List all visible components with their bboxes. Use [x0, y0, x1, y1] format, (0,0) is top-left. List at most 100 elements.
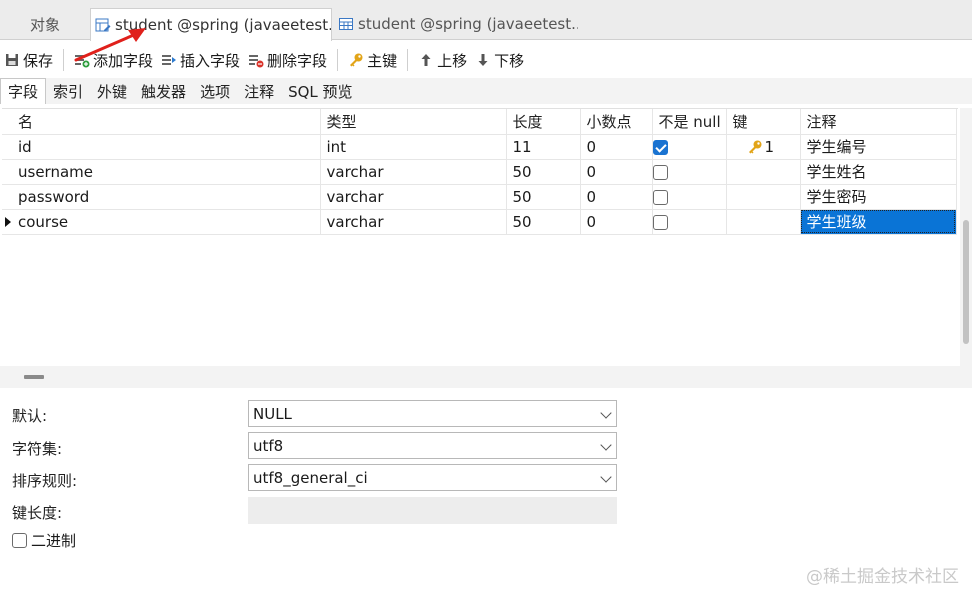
chevron-down-icon	[600, 471, 612, 483]
subtab-comment[interactable]: 注释	[237, 78, 281, 104]
scrollbar-thumb[interactable]	[963, 220, 969, 344]
field-length-cell[interactable]: 50	[506, 159, 581, 185]
chevron-down-icon	[600, 439, 612, 451]
primary-key-button[interactable]: 主键	[344, 46, 401, 74]
field-comment-cell-selected[interactable]: 学生班级	[800, 209, 957, 235]
field-decimals-cell[interactable]: 0	[580, 209, 653, 235]
key-cell[interactable]	[726, 184, 801, 210]
grid-header-row: 名 类型 长度 小数点 不是 null 键 注释	[2, 109, 957, 135]
design-toolbar: 保存 添加字段 插入字段 删除字段 主键 上移 下移	[0, 44, 972, 76]
subtab-indexes[interactable]: 索引	[46, 78, 90, 104]
table-icon	[338, 16, 354, 32]
default-value: NULL	[253, 404, 292, 423]
key-cell[interactable]: 1	[726, 134, 801, 160]
subtab-fields[interactable]: 字段	[0, 78, 47, 104]
key-icon	[748, 140, 761, 153]
current-row-marker	[2, 209, 12, 235]
field-length-cell[interactable]: 50	[506, 184, 581, 210]
not-null-checkbox[interactable]	[652, 214, 668, 230]
column-header-key[interactable]: 键	[726, 109, 801, 135]
field-comment-cell[interactable]: 学生编号	[800, 134, 957, 160]
save-button[interactable]: 保存	[0, 46, 57, 74]
column-header-length[interactable]: 长度	[506, 109, 581, 135]
insert-field-icon	[162, 55, 177, 65]
subtab-triggers[interactable]: 触发器	[134, 78, 193, 104]
not-null-cell	[652, 134, 727, 160]
arrow-down-icon	[478, 54, 488, 66]
arrow-up-icon	[421, 54, 431, 66]
column-header-comment[interactable]: 注释	[800, 109, 957, 135]
column-header-name[interactable]: 名	[12, 109, 321, 135]
not-null-cell	[652, 159, 727, 185]
move-down-button[interactable]: 下移	[471, 46, 528, 74]
toolbar-separator	[407, 49, 409, 71]
tab-table-data[interactable]: student @spring (javaeetest...	[334, 8, 578, 40]
move-up-button[interactable]: 上移	[414, 46, 471, 74]
table-row[interactable]: id int 11 0 1 学生编号	[2, 134, 957, 160]
field-comment-cell[interactable]: 学生密码	[800, 184, 957, 210]
column-header-decimals[interactable]: 小数点	[580, 109, 653, 135]
row-marker	[2, 159, 12, 185]
default-select[interactable]: NULL	[248, 400, 617, 427]
save-icon	[6, 54, 18, 66]
add-field-button[interactable]: 添加字段	[70, 46, 157, 74]
panel-splitter[interactable]	[0, 366, 972, 388]
row-marker-header	[2, 109, 12, 135]
field-comment-cell[interactable]: 学生姓名	[800, 159, 957, 185]
default-label: 默认:	[12, 407, 48, 425]
editor-tab-bar: 对象 student @spring (javaeetest... studen…	[0, 0, 972, 41]
binary-label: 二进制	[31, 532, 77, 550]
field-name-cell[interactable]: course	[12, 209, 321, 235]
delete-field-button[interactable]: 删除字段	[244, 46, 331, 74]
field-length-cell[interactable]: 50	[506, 209, 581, 235]
not-null-cell	[652, 209, 727, 235]
column-header-type[interactable]: 类型	[320, 109, 507, 135]
field-decimals-cell[interactable]: 0	[580, 159, 653, 185]
key-cell[interactable]	[726, 159, 801, 185]
row-marker	[2, 134, 12, 160]
field-type-cell[interactable]: varchar	[320, 159, 507, 185]
field-length-cell[interactable]: 11	[506, 134, 581, 160]
field-name-cell[interactable]: password	[12, 184, 321, 210]
table-row[interactable]: password varchar 50 0 学生密码	[2, 184, 957, 210]
field-type-cell[interactable]: varchar	[320, 184, 507, 210]
field-name-cell[interactable]: username	[12, 159, 321, 185]
fields-grid: 名 类型 长度 小数点 不是 null 键 注释 id int 11 0 1 学…	[2, 108, 958, 366]
current-row-arrow-icon	[5, 216, 11, 227]
grid-vertical-scrollbar[interactable]	[960, 108, 972, 366]
not-null-checkbox[interactable]	[652, 139, 668, 155]
key-length-label: 键长度:	[12, 504, 63, 522]
subtab-foreign-keys[interactable]: 外键	[90, 78, 134, 104]
insert-field-button[interactable]: 插入字段	[157, 46, 244, 74]
binary-option[interactable]: 二进制	[12, 530, 76, 551]
collation-select[interactable]: utf8_general_ci	[248, 464, 617, 491]
field-name-cell[interactable]: id	[12, 134, 321, 160]
field-type-cell[interactable]: int	[320, 134, 507, 160]
field-type-cell[interactable]: varchar	[320, 209, 507, 235]
column-header-not-null[interactable]: 不是 null	[652, 109, 727, 135]
field-decimals-cell[interactable]: 0	[580, 184, 653, 210]
toolbar-separator	[63, 49, 65, 71]
field-decimals-cell[interactable]: 0	[580, 134, 653, 160]
charset-value: utf8	[253, 436, 284, 455]
splitter-grip-icon[interactable]	[24, 375, 44, 379]
collation-label: 排序规则:	[12, 472, 78, 490]
table-row[interactable]: course varchar 50 0 学生班级	[2, 209, 957, 235]
collation-value: utf8_general_ci	[253, 468, 368, 487]
key-icon	[350, 53, 363, 67]
subtab-sql-preview[interactable]: SQL 预览	[281, 78, 359, 104]
not-null-cell	[652, 184, 727, 210]
tab-objects[interactable]: 对象	[0, 8, 90, 40]
key-cell[interactable]	[726, 209, 801, 235]
add-field-icon	[75, 55, 90, 68]
table-design-icon	[95, 17, 111, 33]
not-null-checkbox[interactable]	[652, 164, 668, 180]
not-null-checkbox[interactable]	[652, 189, 668, 205]
chevron-down-icon	[600, 407, 612, 419]
binary-checkbox[interactable]	[12, 533, 27, 548]
charset-select[interactable]: utf8	[248, 432, 617, 459]
table-row[interactable]: username varchar 50 0 学生姓名	[2, 159, 957, 185]
delete-field-icon	[249, 55, 264, 68]
subtab-options[interactable]: 选项	[193, 78, 237, 104]
tab-table-design-active[interactable]: student @spring (javaeetest...	[90, 8, 332, 41]
